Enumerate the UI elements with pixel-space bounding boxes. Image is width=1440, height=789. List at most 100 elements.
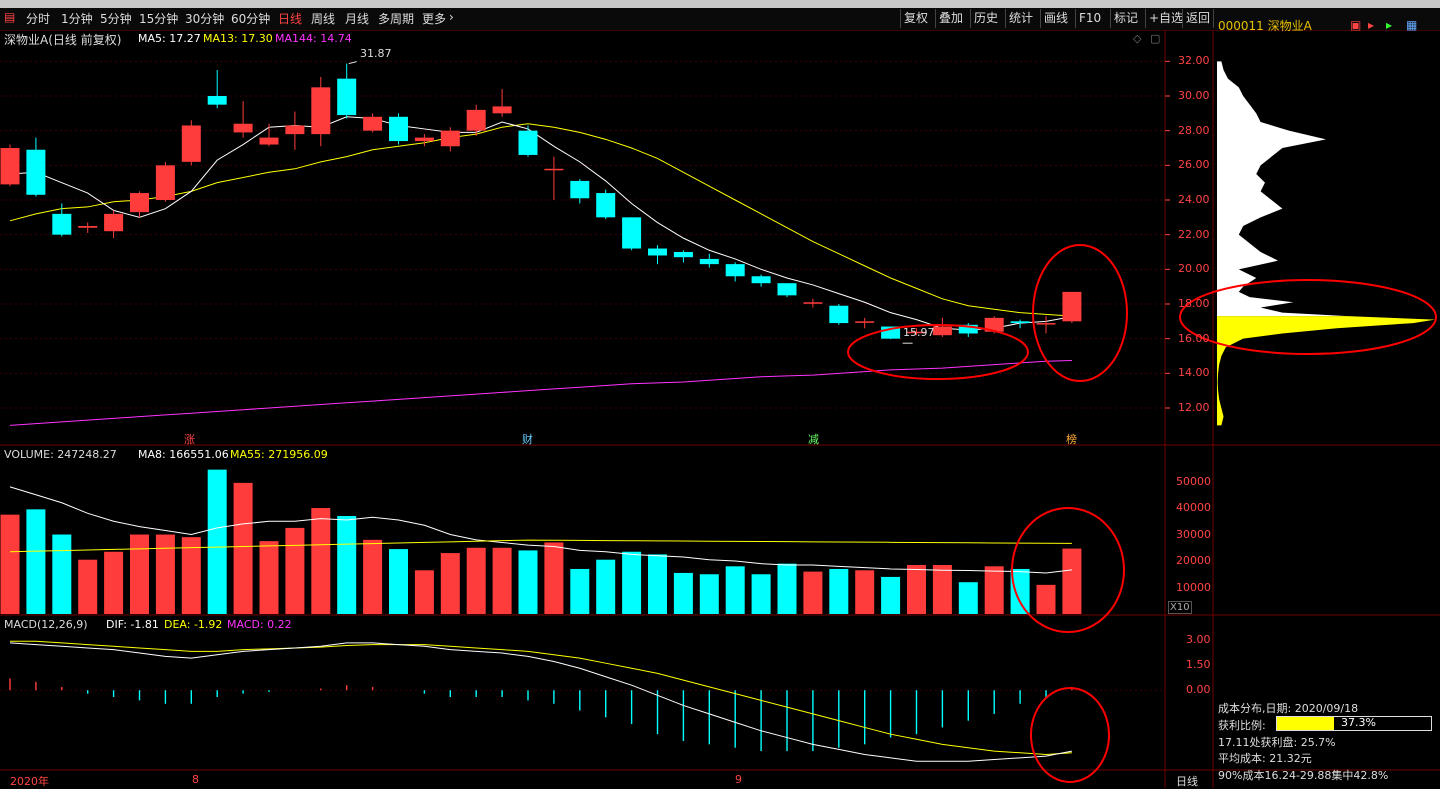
candle-body	[1036, 323, 1056, 325]
volume-bar	[518, 550, 538, 614]
price-tick: 12.00	[1178, 401, 1210, 414]
price-tick: 28.00	[1178, 123, 1210, 137]
volume-tick: 20000	[1176, 554, 1211, 568]
macd-dif-line	[9, 642, 1072, 762]
title-bar	[0, 0, 1440, 8]
x-axis-year-label: 2020年	[10, 775, 49, 788]
f10-button[interactable]: F10	[1075, 9, 1104, 28]
menu-icon[interactable]: ▤	[4, 10, 15, 24]
candle-body	[699, 258, 719, 265]
event-marker-bang[interactable]: 榜	[1066, 431, 1077, 447]
fuquan-button[interactable]: 复权	[900, 9, 931, 28]
back-button[interactable]: 返回	[1182, 9, 1215, 28]
cost-profile-loss	[1217, 61, 1348, 317]
history-button[interactable]: 历史	[970, 9, 1001, 28]
high-price-label: 31.87	[360, 47, 392, 60]
price-tick: 26.00	[1178, 158, 1210, 172]
period-tab-60min[interactable]: 60分钟	[231, 10, 270, 27]
x-axis-month-sep: 9	[735, 773, 742, 786]
ma13-label: MA13: 17.30	[203, 32, 273, 45]
x-axis-month-aug: 8	[192, 773, 199, 786]
volume-bar	[1036, 584, 1056, 614]
annotation-circle	[1030, 687, 1110, 783]
volume-bar	[26, 509, 46, 614]
volume-bar	[855, 570, 875, 614]
add-favorite-button[interactable]: +自选	[1145, 9, 1186, 28]
volume-bar	[958, 582, 978, 614]
macd-dea-label: DEA: -1.92	[164, 618, 223, 631]
volume-bar	[725, 566, 745, 614]
ma13-line	[9, 123, 1072, 317]
volume-bar	[596, 559, 616, 614]
volume-ma8-label: MA8: 166551.06	[138, 448, 229, 461]
period-tab-5min[interactable]: 5分钟	[100, 10, 132, 27]
candle-body	[596, 193, 616, 218]
volume-bar	[130, 534, 149, 614]
ma144-line	[9, 360, 1072, 426]
period-tab-weekly[interactable]: 周线	[311, 10, 335, 27]
volume-bar	[777, 563, 797, 614]
stats-button[interactable]: 统计	[1005, 9, 1036, 28]
volume-tick: 30000	[1176, 527, 1211, 541]
macd-value-label: MACD: 0.22	[227, 618, 292, 631]
volume-bar	[181, 537, 201, 614]
volume-ma55-label: MA55: 271956.09	[230, 448, 328, 461]
ma144-label: MA144: 14.74	[275, 32, 352, 45]
chevron-right-icon[interactable]: ›	[449, 10, 454, 24]
mark-button[interactable]: 标记	[1110, 9, 1141, 28]
candle-body	[130, 193, 149, 213]
candle-body	[751, 276, 771, 284]
price-tick: 14.00	[1178, 366, 1210, 380]
candle-body	[26, 149, 46, 195]
volume-bar	[751, 574, 771, 614]
period-tab-multi[interactable]: 多周期	[378, 10, 414, 27]
volume-bar	[0, 514, 20, 614]
candle-body	[259, 137, 279, 145]
volume-bar	[466, 547, 486, 614]
candle-body	[544, 168, 564, 171]
event-marker-jian[interactable]: 减	[808, 431, 819, 447]
volume-bar	[673, 572, 693, 614]
event-marker-zhang[interactable]: 涨	[184, 431, 195, 447]
candle-body	[0, 148, 20, 185]
low-price-label: 15.97	[903, 326, 935, 339]
window-toggle-icon[interactable]: ▢	[1150, 32, 1160, 45]
volume-bar	[932, 564, 952, 614]
volume-tick: 50000	[1176, 474, 1211, 488]
price-tick: 32.00	[1178, 54, 1210, 68]
diamond-icon[interactable]: ◇	[1133, 32, 1141, 45]
macd-dea-line	[10, 640, 1072, 755]
candle-body	[155, 165, 175, 200]
volume-bar	[648, 554, 667, 614]
volume-bar	[803, 571, 823, 614]
volume-bar	[389, 549, 408, 614]
candle-body	[181, 125, 201, 162]
period-tab-15min[interactable]: 15分钟	[139, 10, 178, 27]
candle-body	[622, 217, 642, 249]
period-tab-more[interactable]: 更多	[422, 10, 446, 27]
volume-bar	[492, 547, 512, 614]
price-panel-title: 深物业A(日线 前复权)	[4, 33, 122, 47]
profit-ratio-value: 37.3%	[1341, 716, 1376, 729]
period-tab-30min[interactable]: 30分钟	[185, 10, 224, 27]
candle-body	[1062, 291, 1082, 322]
price-tick: 16.00	[1178, 331, 1210, 345]
candle-body	[104, 213, 124, 232]
period-tab-fenshi[interactable]: 分时	[26, 10, 50, 27]
event-marker-cai[interactable]: 财	[522, 431, 533, 447]
volume-bar	[207, 469, 227, 614]
period-tab-daily[interactable]: 日线	[278, 10, 302, 27]
chart-area[interactable]	[0, 30, 1440, 788]
overlay-button[interactable]: 叠加	[935, 9, 966, 28]
volume-bar	[907, 564, 926, 614]
candle-body	[855, 321, 875, 323]
price-tick: 22.00	[1178, 227, 1210, 241]
candle-body	[363, 116, 383, 131]
period-tab-1min[interactable]: 1分钟	[61, 10, 93, 27]
period-tab-monthly[interactable]: 月线	[345, 10, 369, 27]
candle-body	[492, 106, 512, 114]
candle-body	[648, 248, 667, 256]
candle-body	[932, 326, 952, 336]
profit-ratio-label: 获利比例:	[1218, 719, 1266, 732]
draw-line-button[interactable]: 画线	[1040, 9, 1071, 28]
